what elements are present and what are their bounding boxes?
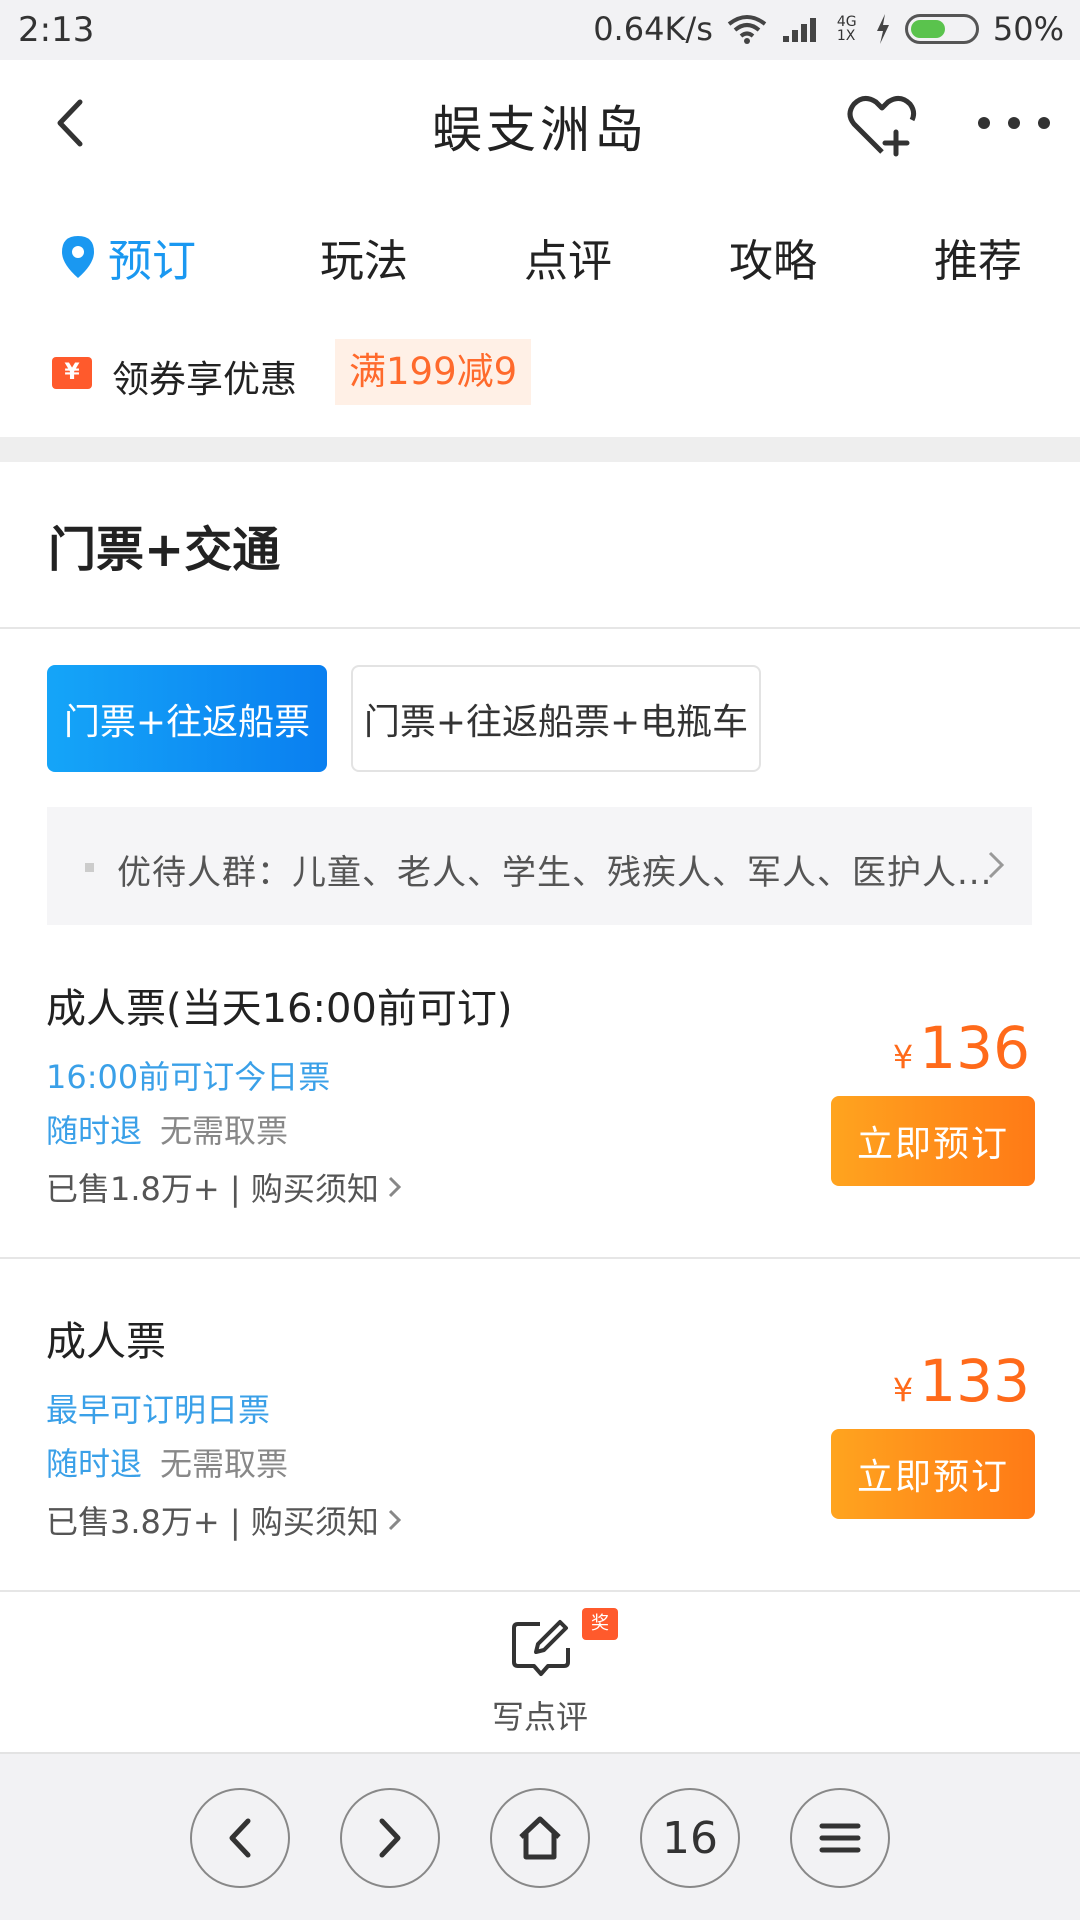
- section-title: 门票+交通: [48, 522, 281, 578]
- tab-booking[interactable]: 预订: [60, 225, 196, 289]
- tab-gameplay[interactable]: 玩法: [320, 225, 408, 289]
- nav-back-button[interactable]: [190, 1788, 290, 1888]
- book-now-button[interactable]: 立即预订: [831, 1096, 1035, 1186]
- page-title: 蜈支洲岛: [432, 101, 648, 159]
- edit-review-icon: [512, 1620, 570, 1676]
- tab-label: 点评: [524, 236, 612, 287]
- ticket-sold-info[interactable]: 已售1.8万+ | 购买须知: [46, 1164, 405, 1210]
- favorite-add-icon[interactable]: [846, 92, 918, 158]
- tab-recommend[interactable]: 推荐: [934, 225, 1022, 289]
- ticket-sold-text: 已售3.8万+ | 购买须知: [46, 1503, 379, 1541]
- bullet-icon: [85, 863, 94, 872]
- nav-tabs-button[interactable]: 16: [640, 1788, 740, 1888]
- forward-icon: [379, 1818, 401, 1858]
- wifi-icon: [727, 15, 767, 44]
- ticket-name: 成人票: [46, 1319, 166, 1365]
- package-tab-ticket-boat-cart[interactable]: 门票+往返船票+电瓶车: [351, 665, 761, 772]
- ticket-price: ¥ 133: [893, 1347, 1030, 1415]
- chevron-right-icon: [388, 1509, 401, 1531]
- tab-label: 预订: [108, 236, 196, 287]
- package-tab-ticket-boat[interactable]: 门票+往返船票: [47, 665, 327, 772]
- ticket-availability: 16:00前可订今日票: [46, 1058, 331, 1096]
- discount-text: 优待人群：儿童、老人、学生、残疾人、军人、医护人...: [117, 853, 993, 893]
- ticket-refund: 随时退: [46, 1112, 143, 1150]
- tab-label: 玩法: [320, 236, 408, 287]
- coupon-tag[interactable]: 满199减9: [335, 339, 532, 405]
- network-speed: 0.64K/s: [593, 10, 713, 48]
- signal-icon: [782, 18, 816, 42]
- location-pin-icon: [62, 236, 94, 278]
- tab-guides[interactable]: 攻略: [729, 225, 817, 289]
- ticket-availability: 最早可订明日票: [46, 1391, 271, 1429]
- nav-forward-button[interactable]: [340, 1788, 440, 1888]
- chevron-right-icon: [988, 851, 1005, 879]
- status-indicators: 0.64K/s 4G 1X 50%: [593, 10, 1064, 48]
- ticket-sold-info[interactable]: 已售3.8万+ | 购买须知: [46, 1497, 405, 1543]
- chevron-right-icon: [388, 1176, 401, 1198]
- back-icon: [229, 1818, 251, 1858]
- charging-icon: [876, 14, 889, 44]
- ticket-pickup: 无需取票: [160, 1112, 289, 1150]
- browser-bottom-nav: 16: [0, 1752, 1080, 1920]
- currency-symbol: ¥: [892, 1038, 914, 1076]
- coupon-icon: ¥: [52, 357, 92, 389]
- network-type: 4G 1X: [836, 14, 857, 44]
- battery-icon: [904, 14, 979, 44]
- currency-symbol: ¥: [892, 1371, 914, 1409]
- tab-count: 16: [662, 1812, 718, 1864]
- more-icon[interactable]: [974, 108, 1054, 138]
- tab-bar: 预订 玩法 点评 攻略 推荐: [0, 195, 1080, 325]
- battery-percent: 50%: [992, 10, 1064, 48]
- ticket-price: ¥ 136: [893, 1014, 1030, 1082]
- nav-menu-button[interactable]: [790, 1788, 890, 1888]
- status-bar: 2:13 0.64K/s 4G 1X 50%: [0, 0, 1080, 60]
- price-value: 133: [919, 1347, 1030, 1415]
- price-value: 136: [919, 1014, 1030, 1082]
- reward-badge: 奖: [582, 1608, 618, 1640]
- coupon-label: 领券享优惠: [112, 358, 297, 401]
- coupon-row[interactable]: ¥ 领券享优惠 满199减9: [0, 325, 1080, 437]
- menu-icon: [819, 1823, 861, 1853]
- ticket-refund: 随时退: [46, 1445, 143, 1483]
- divider: [0, 1257, 1080, 1259]
- discount-groups-row[interactable]: 优待人群：儿童、老人、学生、残疾人、军人、医护人...: [47, 807, 1032, 925]
- ticket-pickup: 无需取票: [160, 1445, 289, 1483]
- tab-reviews[interactable]: 点评: [524, 225, 612, 289]
- nav-home-button[interactable]: [490, 1788, 590, 1888]
- tab-label: 攻略: [729, 236, 817, 287]
- section-divider: [0, 437, 1080, 462]
- write-review-button[interactable]: 奖 写点评: [0, 1592, 1080, 1752]
- status-time: 2:13: [18, 10, 95, 50]
- ticket-sold-text: 已售1.8万+ | 购买须知: [46, 1170, 379, 1208]
- header: 蜈支洲岛: [0, 60, 1080, 190]
- write-review-label: 写点评: [491, 1698, 588, 1736]
- home-icon: [519, 1816, 561, 1860]
- tab-label: 推荐: [934, 236, 1022, 287]
- book-now-button[interactable]: 立即预订: [831, 1429, 1035, 1519]
- ticket-name: 成人票(当天16:00前可订): [46, 986, 513, 1032]
- divider: [0, 627, 1080, 629]
